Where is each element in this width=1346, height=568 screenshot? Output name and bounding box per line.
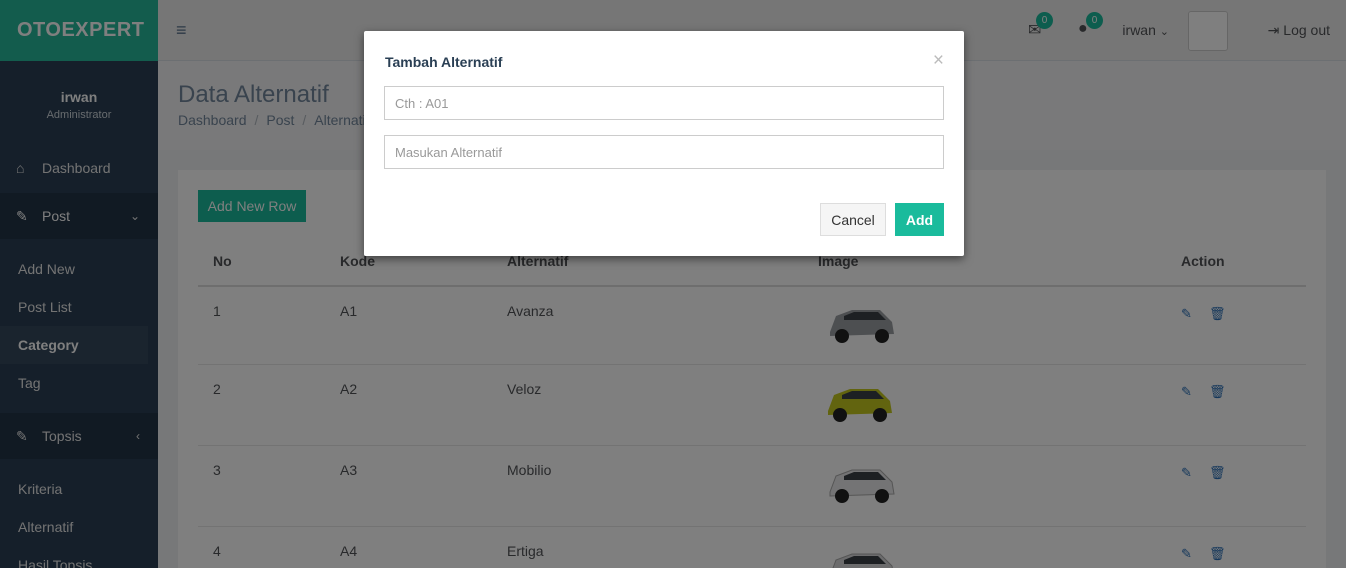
close-icon[interactable]: ×: [933, 50, 944, 72]
modal-title: Tambah Alternatif: [385, 54, 503, 70]
add-alternative-modal: Tambah Alternatif × Cancel Add: [364, 31, 964, 256]
cancel-button[interactable]: Cancel: [820, 203, 886, 236]
kode-input[interactable]: [384, 86, 944, 120]
add-button[interactable]: Add: [895, 203, 944, 236]
alternatif-input[interactable]: [384, 135, 944, 169]
